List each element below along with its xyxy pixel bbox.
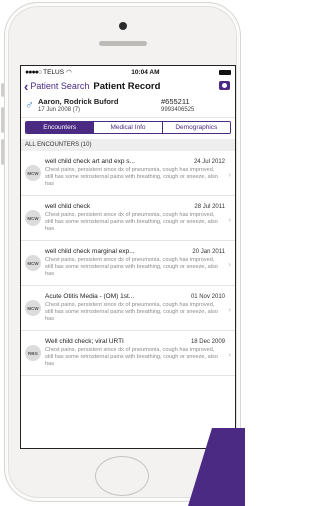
front-camera xyxy=(119,22,127,30)
screen: ●●●●○ TELUS ◠ 10:04 AM ‹ Patient Search … xyxy=(20,65,236,449)
avatar: MCW xyxy=(25,255,41,271)
encounter-title: well child check xyxy=(45,203,91,210)
volume-down-button xyxy=(1,139,4,165)
encounter-description: Chest pains, persistent since dx of pneu… xyxy=(45,167,218,187)
tab-encounters[interactable]: Encounters xyxy=(26,122,94,133)
encounter-top: Acute Otitis Media - (OM) 1st... 01 Nov … xyxy=(45,293,231,300)
home-button[interactable] xyxy=(95,456,149,496)
chevron-right-icon: › xyxy=(228,305,231,314)
avatar: MCW xyxy=(25,210,41,226)
patient-dob: 17 Jun 2008 (7) xyxy=(38,107,81,113)
encounter-top: well child check 28 Jul 2011 xyxy=(45,203,231,210)
encounter-body: well child check art and exp s... 24 Jul… xyxy=(45,158,231,188)
encounter-description: Chest pains, persistent since dx of pneu… xyxy=(45,302,218,322)
encounter-title: well child check art and exp s... xyxy=(45,158,135,165)
decorative-block xyxy=(212,428,245,506)
camera-icon[interactable] xyxy=(219,81,230,90)
encounter-date: 20 Jan 2011 xyxy=(192,249,225,255)
encounter-body: well child check 28 Jul 2011 Chest pains… xyxy=(45,203,231,233)
encounter-date: 24 Jul 2012 xyxy=(193,159,225,165)
encounter-description: Chest pains, persistent since dx of pneu… xyxy=(45,212,218,232)
list-item[interactable]: RBG Well child check; viral URTI 18 Dec … xyxy=(21,331,235,376)
encounter-top: Well child check; viral URTI 18 Dec 2009 xyxy=(45,338,231,345)
back-button[interactable]: Patient Search xyxy=(30,81,89,91)
patient-header: ♂ Aaron, Rodrick Buford 17 Jun 2008 (7) … xyxy=(21,94,235,118)
wifi-icon: ◠ xyxy=(66,69,72,76)
status-bar: ●●●●○ TELUS ◠ 10:04 AM xyxy=(21,66,235,78)
encounter-title: Well child check; viral URTI xyxy=(45,338,124,345)
section-header: ALL ENCOUNTERS (10) xyxy=(21,139,235,151)
patient-phone: 9993406525 xyxy=(161,107,195,113)
tab-demographics[interactable]: Demographics xyxy=(161,122,230,133)
tab-medical-info[interactable]: Medical Info xyxy=(93,122,162,133)
encounter-title: well child check marginal exp... xyxy=(45,248,135,255)
navigation-bar: ‹ Patient Search Patient Record xyxy=(21,78,235,94)
list-item[interactable]: MCW well child check art and exp s... 24… xyxy=(21,151,235,196)
patient-ids: #655211 9993406525 xyxy=(161,97,231,113)
battery-icon xyxy=(218,69,231,75)
encounter-top: well child check marginal exp... 20 Jan … xyxy=(45,248,231,255)
list-item[interactable]: MCW Acute Otitis Media - (OM) 1st... 01 … xyxy=(21,286,235,331)
encounter-date: 01 Nov 2010 xyxy=(190,294,225,300)
patient-info: Aaron, Rodrick Buford 17 Jun 2008 (7) xyxy=(38,97,161,113)
encounter-description: Chest pains, persistent since dx of pneu… xyxy=(45,347,218,367)
carrier-label: TELUS xyxy=(43,68,65,76)
chevron-right-icon: › xyxy=(228,260,231,269)
encounter-description: Chest pains, persistent since dx of pneu… xyxy=(45,257,218,277)
chevron-right-icon: › xyxy=(228,215,231,224)
encounter-top: well child check art and exp s... 24 Jul… xyxy=(45,158,231,165)
encounter-body: Well child check; viral URTI 18 Dec 2009… xyxy=(45,338,231,368)
signal-icon: ●●●●○ xyxy=(25,68,42,76)
segmented-control: Encounters Medical Info Demographics xyxy=(25,121,231,134)
chevron-right-icon: › xyxy=(228,350,231,359)
patient-number: #655211 xyxy=(161,97,190,106)
encounter-body: Acute Otitis Media - (OM) 1st... 01 Nov … xyxy=(45,293,231,323)
chevron-right-icon: › xyxy=(228,170,231,179)
list-item[interactable]: MCW well child check 28 Jul 2011 Chest p… xyxy=(21,196,235,241)
clock: 10:04 AM xyxy=(131,68,160,76)
encounter-body: well child check marginal exp... 20 Jan … xyxy=(45,248,231,278)
avatar: MCW xyxy=(25,300,41,316)
phone-frame: ●●●●○ TELUS ◠ 10:04 AM ‹ Patient Search … xyxy=(1,2,241,502)
encounter-list: MCW well child check art and exp s... 24… xyxy=(21,151,235,376)
mute-switch xyxy=(1,83,4,97)
volume-up-button xyxy=(1,107,4,133)
avatar: RBG xyxy=(25,345,41,361)
patient-name: Aaron, Rodrick Buford xyxy=(38,97,119,106)
avatar: MCW xyxy=(25,165,41,181)
chevron-left-icon[interactable]: ‹ xyxy=(24,80,28,93)
list-item[interactable]: MCW well child check marginal exp... 20 … xyxy=(21,241,235,286)
encounter-date: 28 Jul 2011 xyxy=(194,204,225,210)
encounter-date: 18 Dec 2009 xyxy=(190,339,225,345)
page-title: Patient Record xyxy=(93,80,161,92)
decorative-triangle xyxy=(188,428,212,506)
status-left: ●●●●○ TELUS ◠ xyxy=(25,68,72,77)
encounter-title: Acute Otitis Media - (OM) 1st... xyxy=(45,293,135,300)
earpiece-speaker xyxy=(99,41,147,46)
male-icon: ♂ xyxy=(25,98,34,112)
